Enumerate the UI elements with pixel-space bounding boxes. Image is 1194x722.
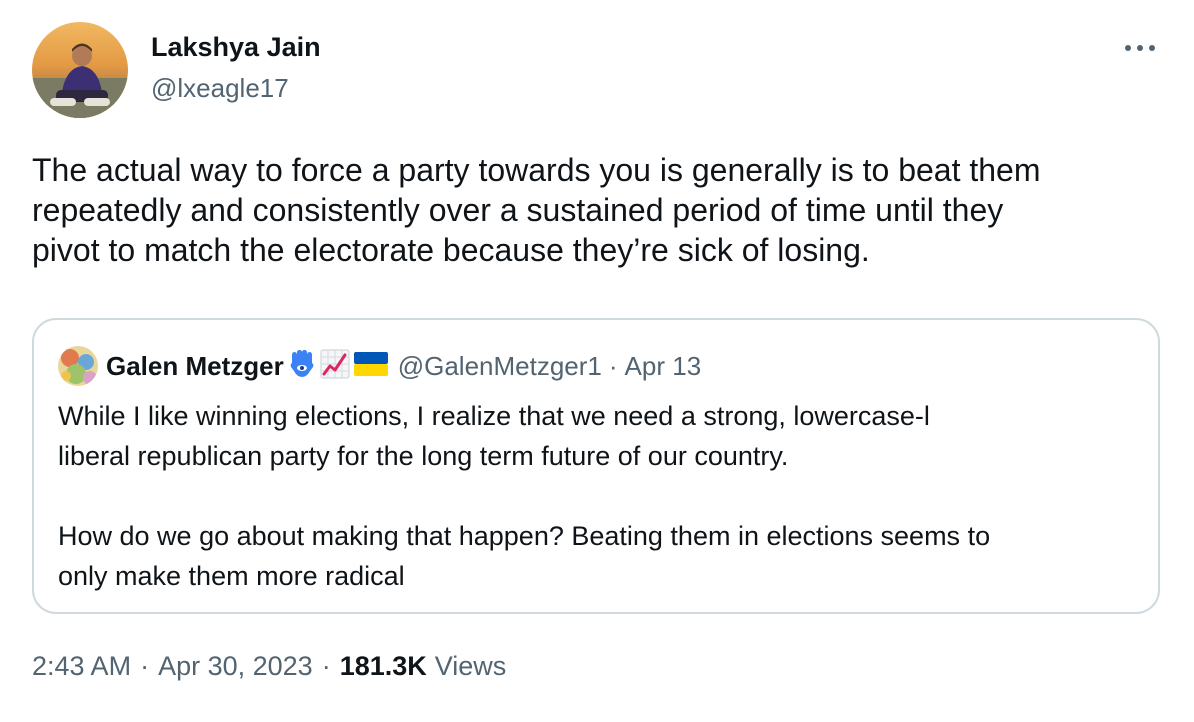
author-avatar[interactable] [32,22,128,118]
tweet-time[interactable]: 2:43 AM [32,651,131,682]
quoted-tweet-text: While I like winning elections, I realiz… [58,396,1138,596]
hamsa-icon [288,349,316,384]
quoted-tweet-date[interactable]: Apr 13 [625,351,702,382]
more-horizontal-icon [1125,45,1155,51]
tweet-meta: 2:43 AM · Apr 30, 2023 · 181.3K Views [32,651,506,682]
ukraine-flag-icon [353,351,388,381]
quoted-text-line: liberal republican party for the long te… [58,441,789,471]
chart-increasing-icon [320,349,350,384]
quoted-author-avatar[interactable] [58,346,98,386]
author-name[interactable]: Lakshya Jain [151,32,321,63]
more-options-button[interactable] [1118,30,1162,66]
tweet-text-line: repeatedly and consistently over a susta… [32,192,1004,228]
quoted-author-name[interactable]: Galen Metzger [106,351,284,382]
quoted-author-avatar-image [58,346,98,386]
quoted-author-handle[interactable]: @GalenMetzger1 [398,351,602,382]
views-label: Views [434,651,507,681]
meta-separator: · [140,651,150,681]
tweet-text: The actual way to force a party towards … [32,150,1172,270]
tweet: Lakshya Jain @lxeagle17 The actual way t… [0,0,1194,722]
quoted-separator: · [608,350,618,381]
views-count: 181.3K [339,651,427,681]
quoted-tweet-card[interactable]: Galen Metzger @GalenMetzger1 · Apr 13 Wh… [32,318,1160,614]
tweet-text-line: pivot to match the electorate because th… [32,232,870,268]
tweet-date[interactable]: Apr 30, 2023 [158,651,313,682]
author-avatar-image [32,22,128,118]
quoted-text-line: How do we go about making that happen? B… [58,521,991,551]
quoted-tweet-header: Galen Metzger @GalenMetzger1 · Apr 13 [106,348,701,384]
quoted-text-line: only make them more radical [58,561,405,591]
quoted-text-line: While I like winning elections, I realiz… [58,401,930,431]
tweet-text-line: The actual way to force a party towards … [32,152,1041,188]
author-handle[interactable]: @lxeagle17 [151,73,289,104]
meta-separator: · [321,651,331,681]
